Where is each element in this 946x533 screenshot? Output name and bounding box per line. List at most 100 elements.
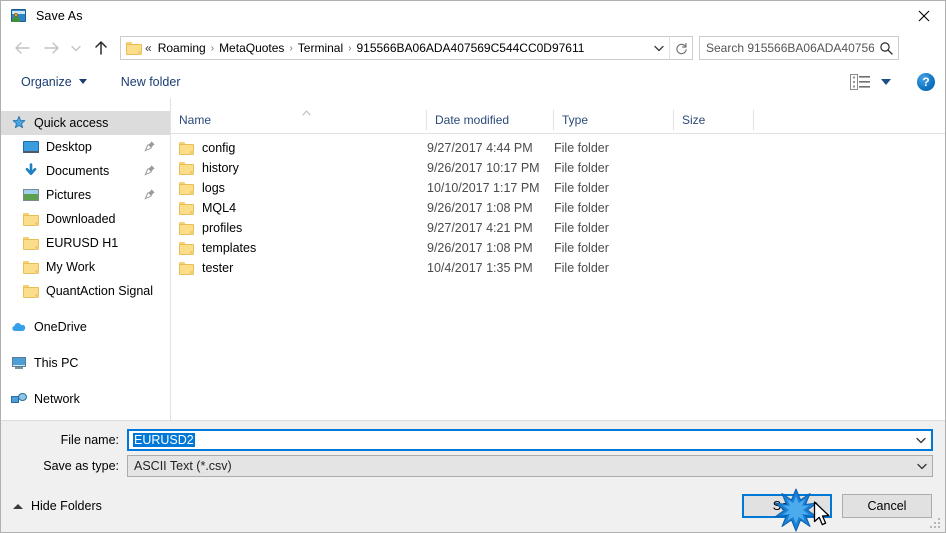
- new-folder-label: New folder: [120, 74, 181, 89]
- column-header-date-modified[interactable]: Date modified: [427, 110, 554, 130]
- sidebar-item-label: EURUSD H1: [46, 236, 119, 250]
- file-date-cell: 9/26/2017 1:08 PM: [427, 201, 533, 215]
- sidebar-item-label: Network: [34, 392, 80, 406]
- sidebar-item-pictures[interactable]: Pictures: [1, 183, 170, 207]
- view-dropdown-button[interactable]: [881, 78, 891, 85]
- address-dropdown-button[interactable]: [649, 45, 669, 52]
- breadcrumb-overflow[interactable]: «: [142, 41, 154, 55]
- resize-grip-icon[interactable]: [930, 518, 942, 530]
- close-button[interactable]: [901, 1, 945, 31]
- sort-ascending-icon: [302, 105, 311, 116]
- browser-body: Quick access Desktop Documents Pictures …: [1, 98, 945, 420]
- search-icon: [874, 41, 898, 55]
- pin-icon[interactable]: [144, 140, 156, 152]
- folder-icon: [179, 221, 194, 235]
- breadcrumb-item-terminal-id[interactable]: 915566BA06ADA407569C544CC0D97611: [352, 39, 588, 57]
- hide-folders-button[interactable]: Hide Folders: [13, 499, 102, 513]
- save-button[interactable]: Save: [742, 494, 832, 518]
- change-view-button[interactable]: [847, 71, 873, 93]
- up-one-level-button[interactable]: [88, 35, 114, 61]
- arrow-right-icon: [44, 42, 59, 54]
- title-bar: Save As: [1, 1, 945, 31]
- new-folder-button[interactable]: New folder: [115, 71, 187, 93]
- file-name-label: MQL4: [202, 201, 237, 215]
- cancel-button[interactable]: Cancel: [842, 494, 932, 518]
- breadcrumb-item-metaquotes[interactable]: MetaQuotes: [215, 39, 288, 57]
- file-type-cell: File folder: [554, 201, 609, 215]
- column-header-row: Name Date modified Type Size: [171, 105, 945, 134]
- breadcrumb: « Roaming › MetaQuotes › Terminal › 9155…: [142, 39, 649, 57]
- sidebar-item-eurusd-h1[interactable]: EURUSD H1: [1, 231, 170, 255]
- save-as-type-dropdown-button[interactable]: [912, 463, 932, 470]
- file-rows: config 9/27/2017 4:44 PM File folder his…: [171, 134, 945, 278]
- folder-icon: [23, 285, 39, 298]
- help-icon[interactable]: ?: [917, 72, 935, 91]
- pin-icon[interactable]: [144, 164, 156, 176]
- refresh-button[interactable]: [669, 37, 692, 59]
- sidebar-item-documents[interactable]: Documents: [1, 159, 170, 183]
- view-options-icon: [850, 73, 870, 90]
- sidebar-item-this-pc[interactable]: This PC: [1, 351, 170, 375]
- table-row[interactable]: tester 10/4/2017 1:35 PM File folder: [171, 258, 945, 278]
- breadcrumb-item-terminal[interactable]: Terminal: [294, 39, 347, 57]
- arrow-up-icon: [95, 41, 107, 55]
- table-row[interactable]: templates 9/26/2017 1:08 PM File folder: [171, 238, 945, 258]
- recent-locations-button[interactable]: [67, 35, 85, 61]
- file-name-dropdown-button[interactable]: [911, 437, 931, 444]
- star-icon: [11, 115, 27, 131]
- folder-icon: [179, 261, 194, 275]
- save-form: File name: EURUSD2 Save as type: ASCII T…: [1, 420, 945, 493]
- organize-menu-button[interactable]: Organize: [15, 71, 93, 93]
- column-header-name[interactable]: Name: [171, 110, 427, 130]
- search-input[interactable]: Search 915566BA06ADA40756…: [700, 41, 874, 55]
- sidebar-item-onedrive[interactable]: OneDrive: [1, 315, 170, 339]
- file-type-cell: File folder: [554, 181, 609, 195]
- file-date-cell: 9/27/2017 4:44 PM: [427, 141, 533, 155]
- search-box[interactable]: Search 915566BA06ADA40756…: [699, 36, 899, 60]
- sidebar-item-label: My Work: [46, 260, 96, 274]
- folder-icon: [179, 161, 194, 175]
- file-name-cell: MQL4: [171, 201, 427, 215]
- table-row[interactable]: config 9/27/2017 4:44 PM File folder: [171, 138, 945, 158]
- table-row[interactable]: profiles 9/27/2017 4:21 PM File folder: [171, 218, 945, 238]
- file-type-cell: File folder: [554, 241, 609, 255]
- table-row[interactable]: logs 10/10/2017 1:17 PM File folder: [171, 178, 945, 198]
- arrow-left-icon: [15, 42, 30, 54]
- sidebar-item-desktop[interactable]: Desktop: [1, 135, 170, 159]
- chevron-down-icon: [917, 463, 927, 469]
- file-date-cell: 9/27/2017 4:21 PM: [427, 221, 533, 235]
- column-header-type[interactable]: Type: [554, 110, 674, 130]
- address-bar[interactable]: « Roaming › MetaQuotes › Terminal › 9155…: [120, 36, 693, 60]
- sidebar-item-label: Documents: [46, 164, 110, 178]
- folder-icon: [23, 261, 39, 274]
- table-row[interactable]: history 9/26/2017 10:17 PM File folder: [171, 158, 945, 178]
- cancel-button-label: Cancel: [867, 499, 907, 513]
- back-button[interactable]: [9, 35, 35, 61]
- file-name-label: config: [202, 141, 236, 155]
- sidebar-item-label: Pictures: [46, 188, 92, 202]
- file-type-cell: File folder: [554, 141, 609, 155]
- save-as-type-select[interactable]: ASCII Text (*.csv): [127, 455, 933, 477]
- file-name-label: history: [202, 161, 239, 175]
- sidebar-item-my-work[interactable]: My Work: [1, 255, 170, 279]
- sidebar-item-downloaded[interactable]: Downloaded: [1, 207, 170, 231]
- file-name-cell: profiles: [171, 221, 427, 235]
- sidebar-item-quick-access[interactable]: Quick access: [1, 111, 170, 135]
- file-date-cell: 10/10/2017 1:17 PM: [427, 181, 540, 195]
- table-row[interactable]: MQL4 9/26/2017 1:08 PM File folder: [171, 198, 945, 218]
- folder-icon: [23, 237, 39, 250]
- close-icon: [918, 10, 930, 22]
- column-header-size[interactable]: Size: [674, 110, 754, 130]
- file-name-label: logs: [202, 181, 225, 195]
- sidebar-item-network[interactable]: Network: [1, 387, 170, 411]
- save-as-icon: [11, 8, 27, 24]
- chevron-up-icon: [13, 503, 23, 509]
- pin-icon[interactable]: [144, 188, 156, 200]
- file-name-label: templates: [202, 241, 257, 255]
- forward-button[interactable]: [39, 35, 65, 61]
- sidebar-item-quantaction-signal[interactable]: QuantAction Signal: [1, 279, 170, 303]
- breadcrumb-item-roaming[interactable]: Roaming: [154, 39, 210, 57]
- file-name-input[interactable]: EURUSD2: [127, 429, 933, 451]
